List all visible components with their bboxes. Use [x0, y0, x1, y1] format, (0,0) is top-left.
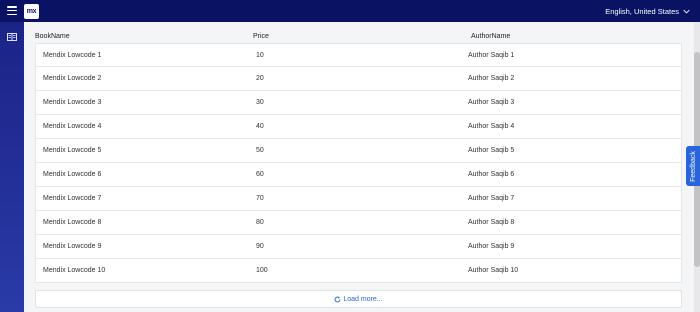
chevron-down-icon [683, 9, 690, 14]
column-header-bookname[interactable]: BookName [35, 33, 70, 40]
cell-bookname: Mendix Lowcode 6 [43, 171, 102, 178]
table-row[interactable]: Mendix Lowcode 4 40 Author Saqib 4 [35, 115, 682, 139]
language-selector[interactable]: English, United States [605, 0, 690, 22]
cell-bookname: Mendix Lowcode 2 [43, 75, 102, 82]
cell-bookname: Mendix Lowcode 10 [43, 267, 106, 274]
cell-authorname: Author Saqib 1 [468, 52, 515, 59]
column-header-price[interactable]: Price [253, 33, 269, 40]
cell-price: 40 [256, 123, 264, 130]
cell-authorname: Author Saqib 6 [468, 171, 515, 178]
table-row[interactable]: Mendix Lowcode 10 100 Author Saqib 10 [35, 259, 682, 283]
feedback-tab[interactable]: Feedback [686, 146, 700, 186]
cell-price: 60 [256, 171, 264, 178]
cell-price: 20 [256, 75, 264, 82]
cell-bookname: Mendix Lowcode 8 [43, 219, 102, 226]
language-label: English, United States [605, 6, 679, 16]
load-more-button[interactable]: Load more... [35, 290, 682, 308]
book-list-icon[interactable] [7, 33, 17, 41]
load-more-label: Load more... [343, 295, 383, 303]
cell-authorname: Author Saqib 9 [468, 243, 515, 250]
table-row[interactable]: Mendix Lowcode 5 50 Author Saqib 5 [35, 139, 682, 163]
feedback-label: Feedback [689, 150, 697, 182]
sidebar [0, 22, 24, 312]
table-header: BookName Price AuthorName [35, 30, 682, 43]
table-row[interactable]: Mendix Lowcode 8 80 Author Saqib 8 [35, 211, 682, 235]
cell-authorname: Author Saqib 3 [468, 99, 515, 106]
cell-price: 10 [256, 52, 264, 59]
cell-bookname: Mendix Lowcode 7 [43, 195, 102, 202]
cell-authorname: Author Saqib 2 [468, 75, 515, 82]
cell-price: 80 [256, 219, 264, 226]
table-body: Mendix Lowcode 1 10 Author Saqib 1 Mendix … [35, 43, 682, 283]
top-bar: mx English, United States [0, 0, 700, 22]
hamburger-menu-icon[interactable] [7, 6, 17, 15]
table-row[interactable]: Mendix Lowcode 7 70 Author Saqib 7 [35, 187, 682, 211]
cell-price: 100 [256, 267, 268, 274]
cell-bookname: Mendix Lowcode 1 [43, 52, 102, 59]
cell-bookname: Mendix Lowcode 3 [43, 99, 102, 106]
column-header-authorname[interactable]: AuthorName [471, 33, 510, 40]
cell-price: 90 [256, 243, 264, 250]
cell-bookname: Mendix Lowcode 5 [43, 147, 102, 154]
cell-authorname: Author Saqib 7 [468, 195, 515, 202]
refresh-icon [334, 296, 341, 302]
app-logo[interactable]: mx [24, 4, 39, 19]
cell-authorname: Author Saqib 5 [468, 147, 515, 154]
table-row[interactable]: Mendix Lowcode 9 90 Author Saqib 9 [35, 235, 682, 259]
cell-bookname: Mendix Lowcode 9 [43, 243, 102, 250]
cell-authorname: Author Saqib 4 [468, 123, 515, 130]
table-row[interactable]: Mendix Lowcode 1 10 Author Saqib 1 [35, 43, 682, 67]
cell-price: 50 [256, 147, 264, 154]
table-row[interactable]: Mendix Lowcode 2 20 Author Saqib 2 [35, 67, 682, 91]
table-row[interactable]: Mendix Lowcode 6 60 Author Saqib 6 [35, 163, 682, 187]
cell-bookname: Mendix Lowcode 4 [43, 123, 102, 130]
cell-authorname: Author Saqib 10 [468, 267, 519, 274]
cell-price: 30 [256, 99, 264, 106]
table-row[interactable]: Mendix Lowcode 3 30 Author Saqib 3 [35, 91, 682, 115]
books-table: BookName Price AuthorName Mendix Lowcode… [35, 30, 682, 283]
cell-price: 70 [256, 195, 264, 202]
cell-authorname: Author Saqib 8 [468, 219, 515, 226]
